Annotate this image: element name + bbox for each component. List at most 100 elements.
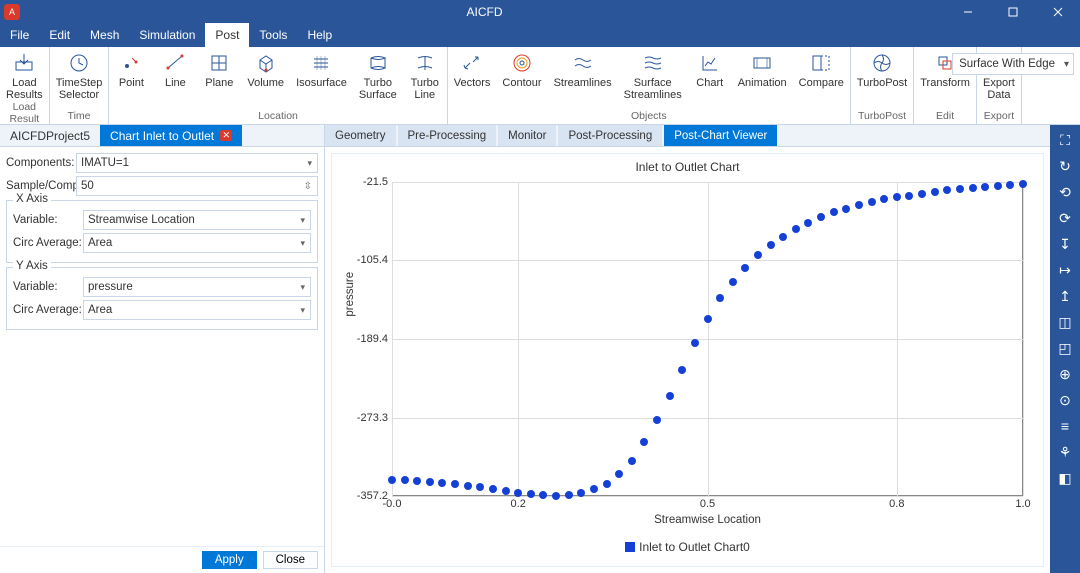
ribbon-volume[interactable]: Volume bbox=[241, 47, 290, 110]
chart-legend: Inlet to Outlet Chart0 bbox=[332, 540, 1043, 554]
chart-icon bbox=[699, 51, 721, 75]
axis-3-icon[interactable]: ↥ bbox=[1052, 285, 1078, 307]
menu-help[interactable]: Help bbox=[297, 23, 342, 47]
chart-title: Inlet to Outlet Chart bbox=[332, 154, 1043, 176]
main-tab-post-chart-viewer[interactable]: Post-Chart Viewer bbox=[664, 125, 777, 146]
x-circ-dropdown[interactable]: Area bbox=[83, 233, 311, 253]
palette-icon[interactable]: ⚘ bbox=[1052, 441, 1078, 463]
y-variable-dropdown[interactable]: pressure bbox=[83, 277, 311, 297]
menu-file[interactable]: File bbox=[0, 23, 39, 47]
data-point bbox=[1019, 180, 1027, 188]
ribbon-contour[interactable]: Contour bbox=[496, 47, 547, 110]
minimize-button[interactable] bbox=[945, 0, 990, 23]
view-mode-dropdown[interactable]: Surface With Edge bbox=[952, 53, 1074, 75]
ribbon-line[interactable]: Line bbox=[153, 47, 197, 110]
grid-line bbox=[392, 339, 1023, 340]
stream-icon bbox=[572, 51, 594, 75]
main-panel: GeometryPre-ProcessingMonitorPost-Proces… bbox=[325, 125, 1050, 573]
ribbon-turbo-line[interactable]: TurboLine bbox=[403, 47, 447, 110]
ribbon-group-label: View bbox=[1022, 110, 1080, 124]
ribbon-timestep-selector[interactable]: TimeStepSelector bbox=[50, 47, 109, 110]
x-variable-dropdown[interactable]: Streamwise Location bbox=[83, 210, 311, 230]
sample-spinner[interactable]: 50 bbox=[76, 176, 318, 196]
data-point bbox=[388, 476, 396, 484]
x-axis-group: X Axis Variable: Streamwise Location Cir… bbox=[6, 200, 318, 263]
data-point bbox=[615, 470, 623, 478]
box-icon[interactable]: ◫ bbox=[1052, 311, 1078, 333]
data-point bbox=[855, 201, 863, 209]
ribbon-turbo-surface[interactable]: TurboSurface bbox=[353, 47, 403, 110]
maximize-button[interactable] bbox=[990, 0, 1035, 23]
properties-tab-aicfdproject5[interactable]: AICFDProject5 bbox=[0, 125, 100, 146]
menu-tools[interactable]: Tools bbox=[249, 23, 297, 47]
data-point bbox=[817, 213, 825, 221]
components-dropdown[interactable]: IMATU=1 bbox=[76, 153, 318, 173]
main-tab-geometry[interactable]: Geometry bbox=[325, 125, 396, 146]
node-icon[interactable]: ⊙ bbox=[1052, 389, 1078, 411]
world-icon[interactable]: ⊕ bbox=[1052, 363, 1078, 385]
frame-icon[interactable]: ⛶ bbox=[1052, 129, 1078, 151]
y-tick-label: -189.4 bbox=[357, 333, 388, 345]
ribbon-point[interactable]: Point bbox=[109, 47, 153, 110]
ribbon-surface-streamlines[interactable]: SurfaceStreamlines bbox=[618, 47, 688, 110]
axis-1-icon[interactable]: ↧ bbox=[1052, 233, 1078, 255]
ribbon-isosurface[interactable]: Isosurface bbox=[290, 47, 353, 110]
close-tab-icon[interactable]: ⨯ bbox=[220, 130, 232, 141]
data-point bbox=[640, 438, 648, 446]
ribbon-group-label: Edit bbox=[914, 110, 976, 124]
ribbon-animation[interactable]: Animation bbox=[732, 47, 793, 110]
grid-line bbox=[392, 418, 1023, 419]
properties-tab-chart-inlet-to-outlet[interactable]: Chart Inlet to Outlet ⨯ bbox=[100, 125, 242, 146]
load-icon bbox=[13, 51, 35, 75]
menu-edit[interactable]: Edit bbox=[39, 23, 80, 47]
close-button[interactable] bbox=[1035, 0, 1080, 23]
data-point bbox=[741, 264, 749, 272]
data-point bbox=[969, 184, 977, 192]
perspective-icon[interactable]: ◰ bbox=[1052, 337, 1078, 359]
time-icon bbox=[68, 51, 90, 75]
data-point bbox=[716, 294, 724, 302]
ribbon-label: Volume bbox=[247, 77, 284, 89]
chart-plot[interactable]: pressure -0.00.20.50.81.0-357.2-273.3-18… bbox=[392, 182, 1023, 496]
properties-tabs: AICFDProject5 Chart Inlet to Outlet ⨯ bbox=[0, 125, 324, 147]
data-point bbox=[590, 485, 598, 493]
ruler-icon[interactable]: ≡ bbox=[1052, 415, 1078, 437]
menu-post[interactable]: Post bbox=[205, 23, 249, 47]
camera-icon[interactable]: ◧ bbox=[1052, 467, 1078, 489]
components-label: Components: bbox=[6, 157, 76, 169]
main-tab-monitor[interactable]: Monitor bbox=[498, 125, 556, 146]
ribbon-streamlines[interactable]: Streamlines bbox=[548, 47, 618, 110]
axis-2-icon[interactable]: ↦ bbox=[1052, 259, 1078, 281]
rotate-2-icon[interactable]: ⟳ bbox=[1052, 207, 1078, 229]
ribbon-group-label: Objects bbox=[448, 110, 850, 124]
x-tick-label: 0.8 bbox=[889, 498, 904, 510]
ribbon-group-label: Location bbox=[109, 110, 446, 124]
x-circ-label: Circ Average: bbox=[13, 237, 83, 249]
main-tab-pre-processing[interactable]: Pre-Processing bbox=[398, 125, 497, 146]
rotate-1-icon[interactable]: ⟲ bbox=[1052, 181, 1078, 203]
refresh-icon[interactable]: ↻ bbox=[1052, 155, 1078, 177]
apply-button[interactable]: Apply bbox=[202, 551, 257, 569]
volume-icon bbox=[255, 51, 277, 75]
ribbon-turbopost[interactable]: TurboPost bbox=[851, 47, 913, 110]
menu-simulation[interactable]: Simulation bbox=[129, 23, 205, 47]
ribbon-label: ExportData bbox=[983, 77, 1015, 101]
ribbon-chart[interactable]: Chart bbox=[688, 47, 732, 110]
grid-line bbox=[1023, 182, 1024, 496]
y-circ-dropdown[interactable]: Area bbox=[83, 300, 311, 320]
main-tabs: GeometryPre-ProcessingMonitorPost-Proces… bbox=[325, 125, 1050, 147]
data-point bbox=[577, 489, 585, 497]
ribbon-label: Transform bbox=[920, 77, 970, 89]
tab-label: Chart Inlet to Outlet bbox=[110, 129, 214, 143]
ribbon-group-turbopost: TurboPostTurboPost bbox=[851, 47, 914, 124]
menu-mesh[interactable]: Mesh bbox=[80, 23, 129, 47]
close-properties-button[interactable]: Close bbox=[263, 551, 318, 569]
ribbon-vectors[interactable]: Vectors bbox=[448, 47, 497, 110]
ribbon-plane[interactable]: Plane bbox=[197, 47, 241, 110]
main-tab-post-processing[interactable]: Post-Processing bbox=[558, 125, 662, 146]
content-area: AICFDProject5 Chart Inlet to Outlet ⨯ Comp… bbox=[0, 125, 1080, 573]
ribbon-label: Streamlines bbox=[554, 77, 612, 89]
ribbon-compare[interactable]: Compare bbox=[793, 47, 850, 110]
ribbon-load-results[interactable]: LoadResults bbox=[0, 47, 49, 101]
anim-icon bbox=[751, 51, 773, 75]
